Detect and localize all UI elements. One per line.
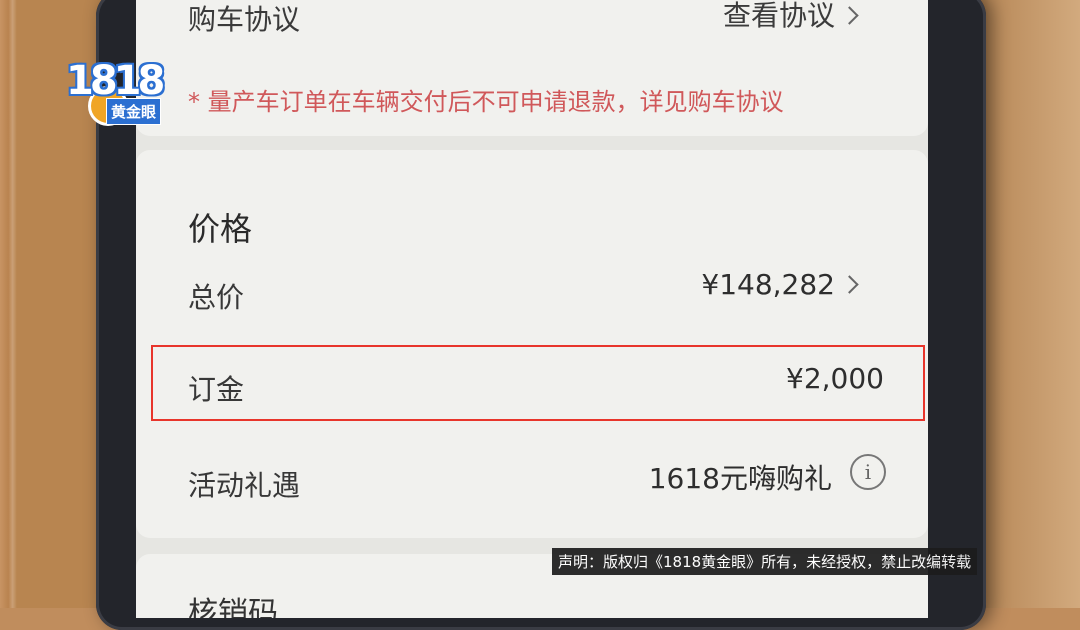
channel-logo: 1818 黄金眼 <box>66 58 176 126</box>
view-agreement-link[interactable]: 查看协议 <box>722 0 859 34</box>
info-icon[interactable]: i <box>850 454 886 490</box>
promotion-value: 1618元嗨购礼 <box>648 462 832 495</box>
price-section-title: 价格 <box>188 210 253 248</box>
agreement-label: 购车协议 <box>188 3 301 36</box>
app-screen: 购车协议 查看协议 * 量产车订单在车辆交付后不可申请退款，详见购车协议 价格 … <box>136 0 928 618</box>
view-agreement-text: 查看协议 <box>722 0 835 32</box>
copyright-disclaimer: 声明：版权归《1818黄金眼》所有，未经授权，禁止改编转载 <box>552 548 978 575</box>
agreement-card: 购车协议 查看协议 * 量产车订单在车辆交付后不可申请退款，详见购车协议 <box>136 0 928 136</box>
verification-code-label: 核销码 <box>188 596 278 618</box>
chevron-right-icon <box>840 6 859 25</box>
deposit-highlight-box <box>151 345 925 421</box>
total-price-value[interactable]: ¥148,282 <box>701 268 859 301</box>
total-price-label: 总价 <box>188 281 245 314</box>
promotion-label: 活动礼遇 <box>188 469 301 502</box>
chevron-right-icon <box>840 275 859 294</box>
refund-notice: * 量产车订单在车辆交付后不可申请退款，详见购车协议 <box>188 88 784 116</box>
logo-name: 黄金眼 <box>106 98 162 125</box>
total-price-amount: ¥148,282 <box>701 268 835 301</box>
